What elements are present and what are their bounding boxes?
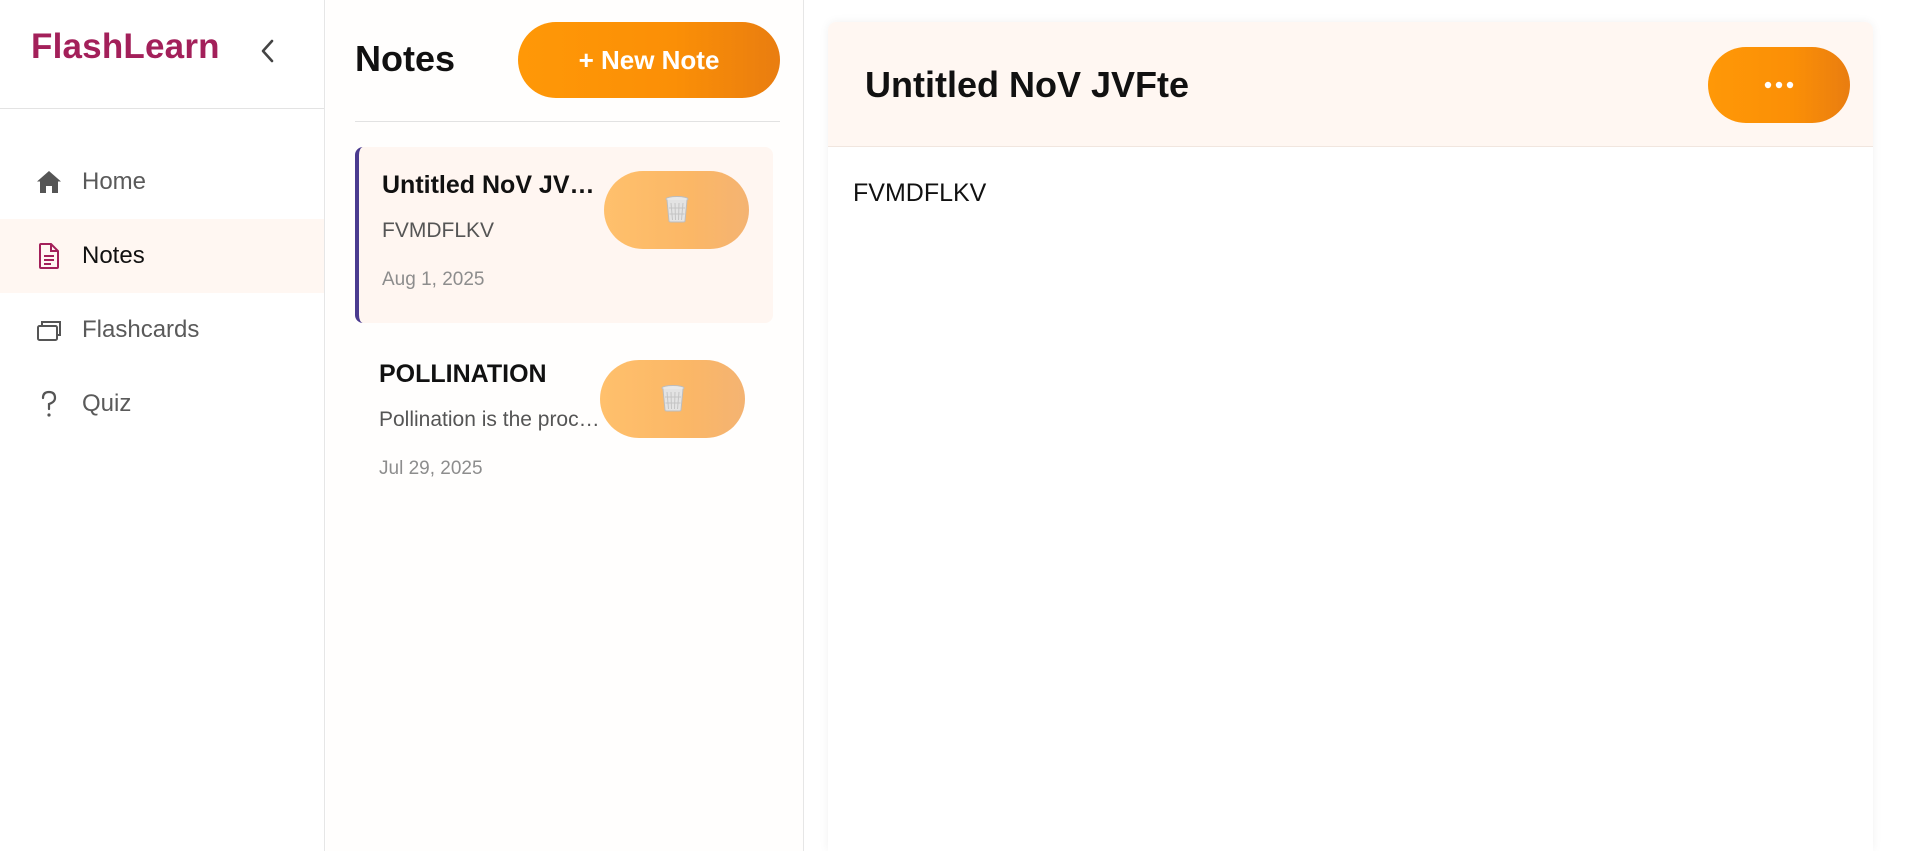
delete-note-button[interactable] [604, 171, 749, 249]
note-preview: FVMDFLKV [382, 219, 495, 242]
divider [355, 121, 780, 122]
sidebar-item-flashcards[interactable]: Flashcards [0, 293, 324, 367]
more-horizontal-icon [1762, 78, 1796, 93]
cards-icon [34, 315, 64, 345]
chevron-left-icon[interactable] [256, 36, 280, 66]
note-date: Jul 29, 2025 [379, 458, 483, 479]
question-icon [34, 389, 64, 419]
sidebar: FlashLearn Home Notes Flashcards Quiz [0, 0, 325, 851]
trash-icon [659, 383, 687, 416]
trash-icon [663, 194, 691, 227]
note-preview: Pollination is the process of transferri… [379, 408, 604, 431]
editor-title[interactable]: Untitled NoV JVFte [865, 64, 1189, 106]
more-options-button[interactable] [1708, 47, 1850, 123]
brand-row: FlashLearn [0, 0, 324, 109]
sidebar-item-home[interactable]: Home [0, 145, 324, 219]
note-card[interactable]: Untitled NoV JVFte FVMDFLKV Aug 1, 2025 [355, 147, 773, 323]
sidebar-item-notes[interactable]: Notes [0, 219, 324, 293]
note-editor: Untitled NoV JVFte FVMDFLKV [828, 22, 1873, 851]
sidebar-nav: Home Notes Flashcards Quiz [0, 145, 324, 441]
sidebar-item-quiz[interactable]: Quiz [0, 367, 324, 441]
editor-content[interactable]: FVMDFLKV [853, 179, 986, 208]
document-icon [34, 241, 64, 271]
note-title: POLLINATION [379, 360, 547, 388]
delete-note-button[interactable] [600, 360, 745, 438]
sidebar-item-label: Notes [82, 242, 145, 269]
home-icon [34, 167, 64, 197]
app-logo[interactable]: FlashLearn [31, 27, 220, 67]
new-note-button[interactable]: + New Note [518, 22, 780, 98]
notes-list-title: Notes [355, 38, 456, 79]
sidebar-item-label: Flashcards [82, 316, 200, 343]
note-date: Aug 1, 2025 [382, 269, 485, 290]
notes-list-panel: Notes + New Note Untitled NoV JVFte FVMD… [326, 0, 804, 851]
sidebar-item-label: Quiz [82, 390, 132, 417]
sidebar-item-label: Home [82, 168, 147, 195]
note-card[interactable]: POLLINATION Pollination is the process o… [355, 336, 773, 512]
note-title: Untitled NoV JVFte [382, 171, 597, 199]
editor-header: Untitled NoV JVFte [828, 22, 1873, 147]
window-edge [1902, 0, 1908, 851]
